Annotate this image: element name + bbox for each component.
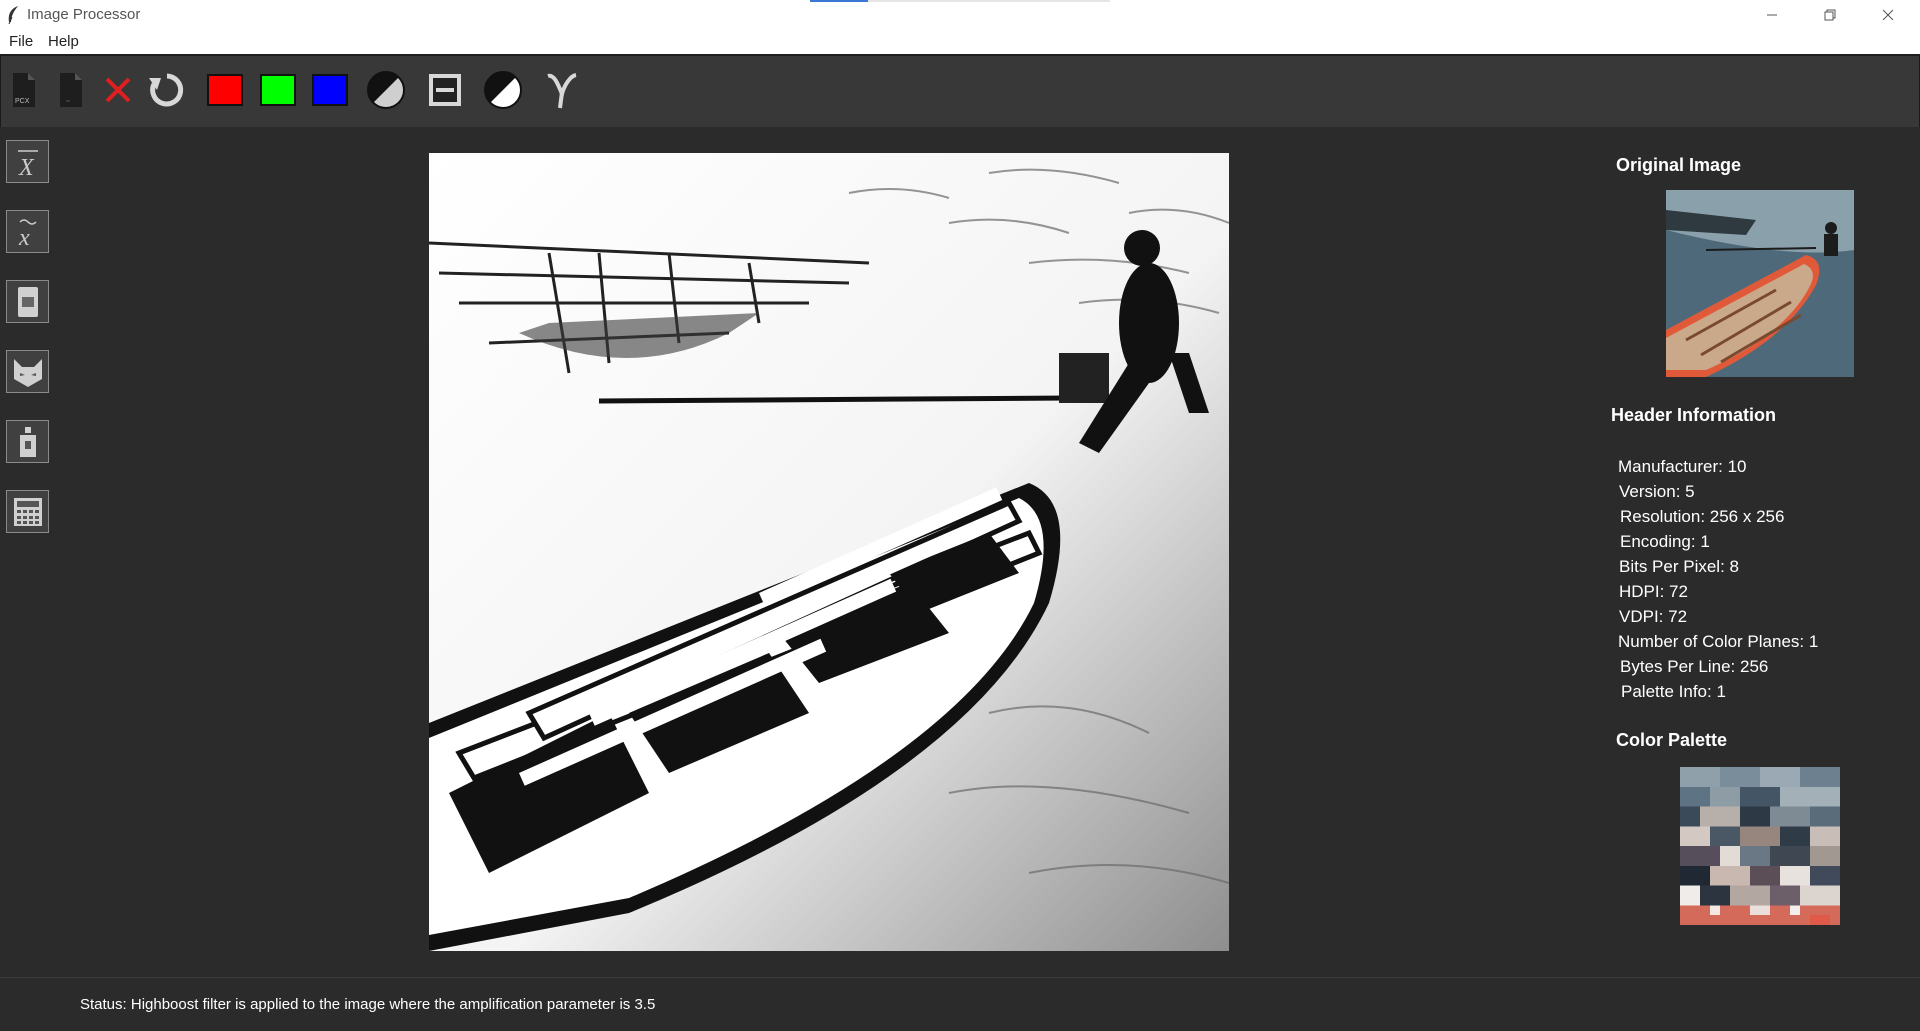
processed-image	[429, 153, 1229, 951]
header-encoding: Encoding: 1	[1620, 532, 1710, 551]
highboost-filter-button[interactable]	[6, 350, 49, 393]
bottle-icon	[17, 286, 38, 317]
grayscale-button[interactable]	[366, 70, 406, 110]
negative-icon	[484, 71, 522, 109]
gamma-icon	[547, 73, 577, 109]
red-channel-button[interactable]	[205, 70, 245, 110]
status-text: Status: Highboost filter is applied to t…	[80, 996, 656, 1013]
mean-filter-button[interactable]: X	[6, 140, 49, 183]
blue-swatch-icon	[312, 74, 348, 106]
save-button[interactable]	[51, 70, 91, 110]
x-bar-icon: X	[17, 149, 38, 179]
median-filter-button[interactable]: x	[6, 210, 49, 253]
gamma-button[interactable]	[542, 70, 582, 110]
color-palette-title: Color Palette	[1616, 730, 1728, 750]
blue-channel-button[interactable]	[310, 70, 350, 110]
jar-icon	[19, 426, 36, 457]
histogram-button[interactable]	[6, 490, 49, 533]
svg-text:X: X	[18, 155, 35, 179]
toolbar: PCX	[0, 54, 1920, 128]
restore-button[interactable]	[1801, 0, 1859, 30]
header-palette-info: Palette Info: 1	[1621, 682, 1726, 701]
open-pcx-button[interactable]: PCX	[4, 70, 44, 110]
menu-bar: File Help	[0, 30, 1920, 54]
original-image-thumbnail	[1666, 190, 1854, 377]
header-resolution: Resolution: 256 x 256	[1620, 507, 1785, 526]
threshold-icon	[429, 74, 461, 106]
cat-mask-icon	[13, 358, 42, 387]
original-image-title: Original Image	[1616, 155, 1742, 175]
menu-help[interactable]: Help	[48, 33, 79, 50]
close-icon	[105, 77, 131, 103]
color-palette-grid	[1680, 767, 1840, 925]
header-vdpi: VDPI: 72	[1619, 607, 1688, 626]
header-information-title: Header Information	[1611, 405, 1777, 425]
red-swatch-icon	[207, 74, 243, 106]
header-manufacturer: Manufacturer: 10	[1618, 457, 1747, 476]
close-image-button[interactable]	[98, 70, 138, 110]
pcx-file-icon: PCX	[13, 73, 35, 107]
grayscale-icon	[367, 71, 405, 109]
gradient-filter-button[interactable]	[6, 420, 49, 463]
pcx-label: PCX	[15, 98, 30, 105]
green-swatch-icon	[260, 74, 296, 106]
header-version: Version: 5	[1619, 482, 1695, 501]
negative-button[interactable]	[483, 70, 523, 110]
status-bar: Status: Highboost filter is applied to t…	[0, 977, 1920, 1031]
threshold-button[interactable]	[425, 70, 465, 110]
menu-file[interactable]: File	[9, 33, 33, 50]
title-bar: Image Processor	[0, 0, 1920, 30]
boat-thumbnail	[1666, 190, 1854, 377]
calculator-icon	[13, 497, 42, 526]
header-hdpi: HDPI: 72	[1619, 582, 1688, 601]
save-file-icon	[60, 73, 82, 107]
close-window-button[interactable]	[1859, 0, 1917, 30]
palette-swatches	[1680, 767, 1840, 925]
filter-sidebar: X x	[0, 127, 57, 977]
minimize-button[interactable]	[1743, 0, 1801, 30]
refresh-icon	[149, 73, 184, 107]
window-title: Image Processor	[27, 6, 141, 23]
title-accent	[810, 0, 868, 2]
laplacian-filter-button[interactable]	[6, 280, 49, 323]
boat-image	[429, 153, 1229, 951]
svg-text:x: x	[18, 225, 30, 249]
x-tilde-icon: x	[18, 218, 37, 249]
header-bytes-per-line: Bytes Per Line: 256	[1620, 657, 1769, 676]
header-bits-per-pixel: Bits Per Pixel: 8	[1619, 557, 1739, 576]
feather-icon	[6, 5, 20, 30]
green-channel-button[interactable]	[258, 70, 298, 110]
reset-button[interactable]	[147, 70, 187, 110]
header-color-planes: Number of Color Planes: 1	[1618, 632, 1819, 651]
